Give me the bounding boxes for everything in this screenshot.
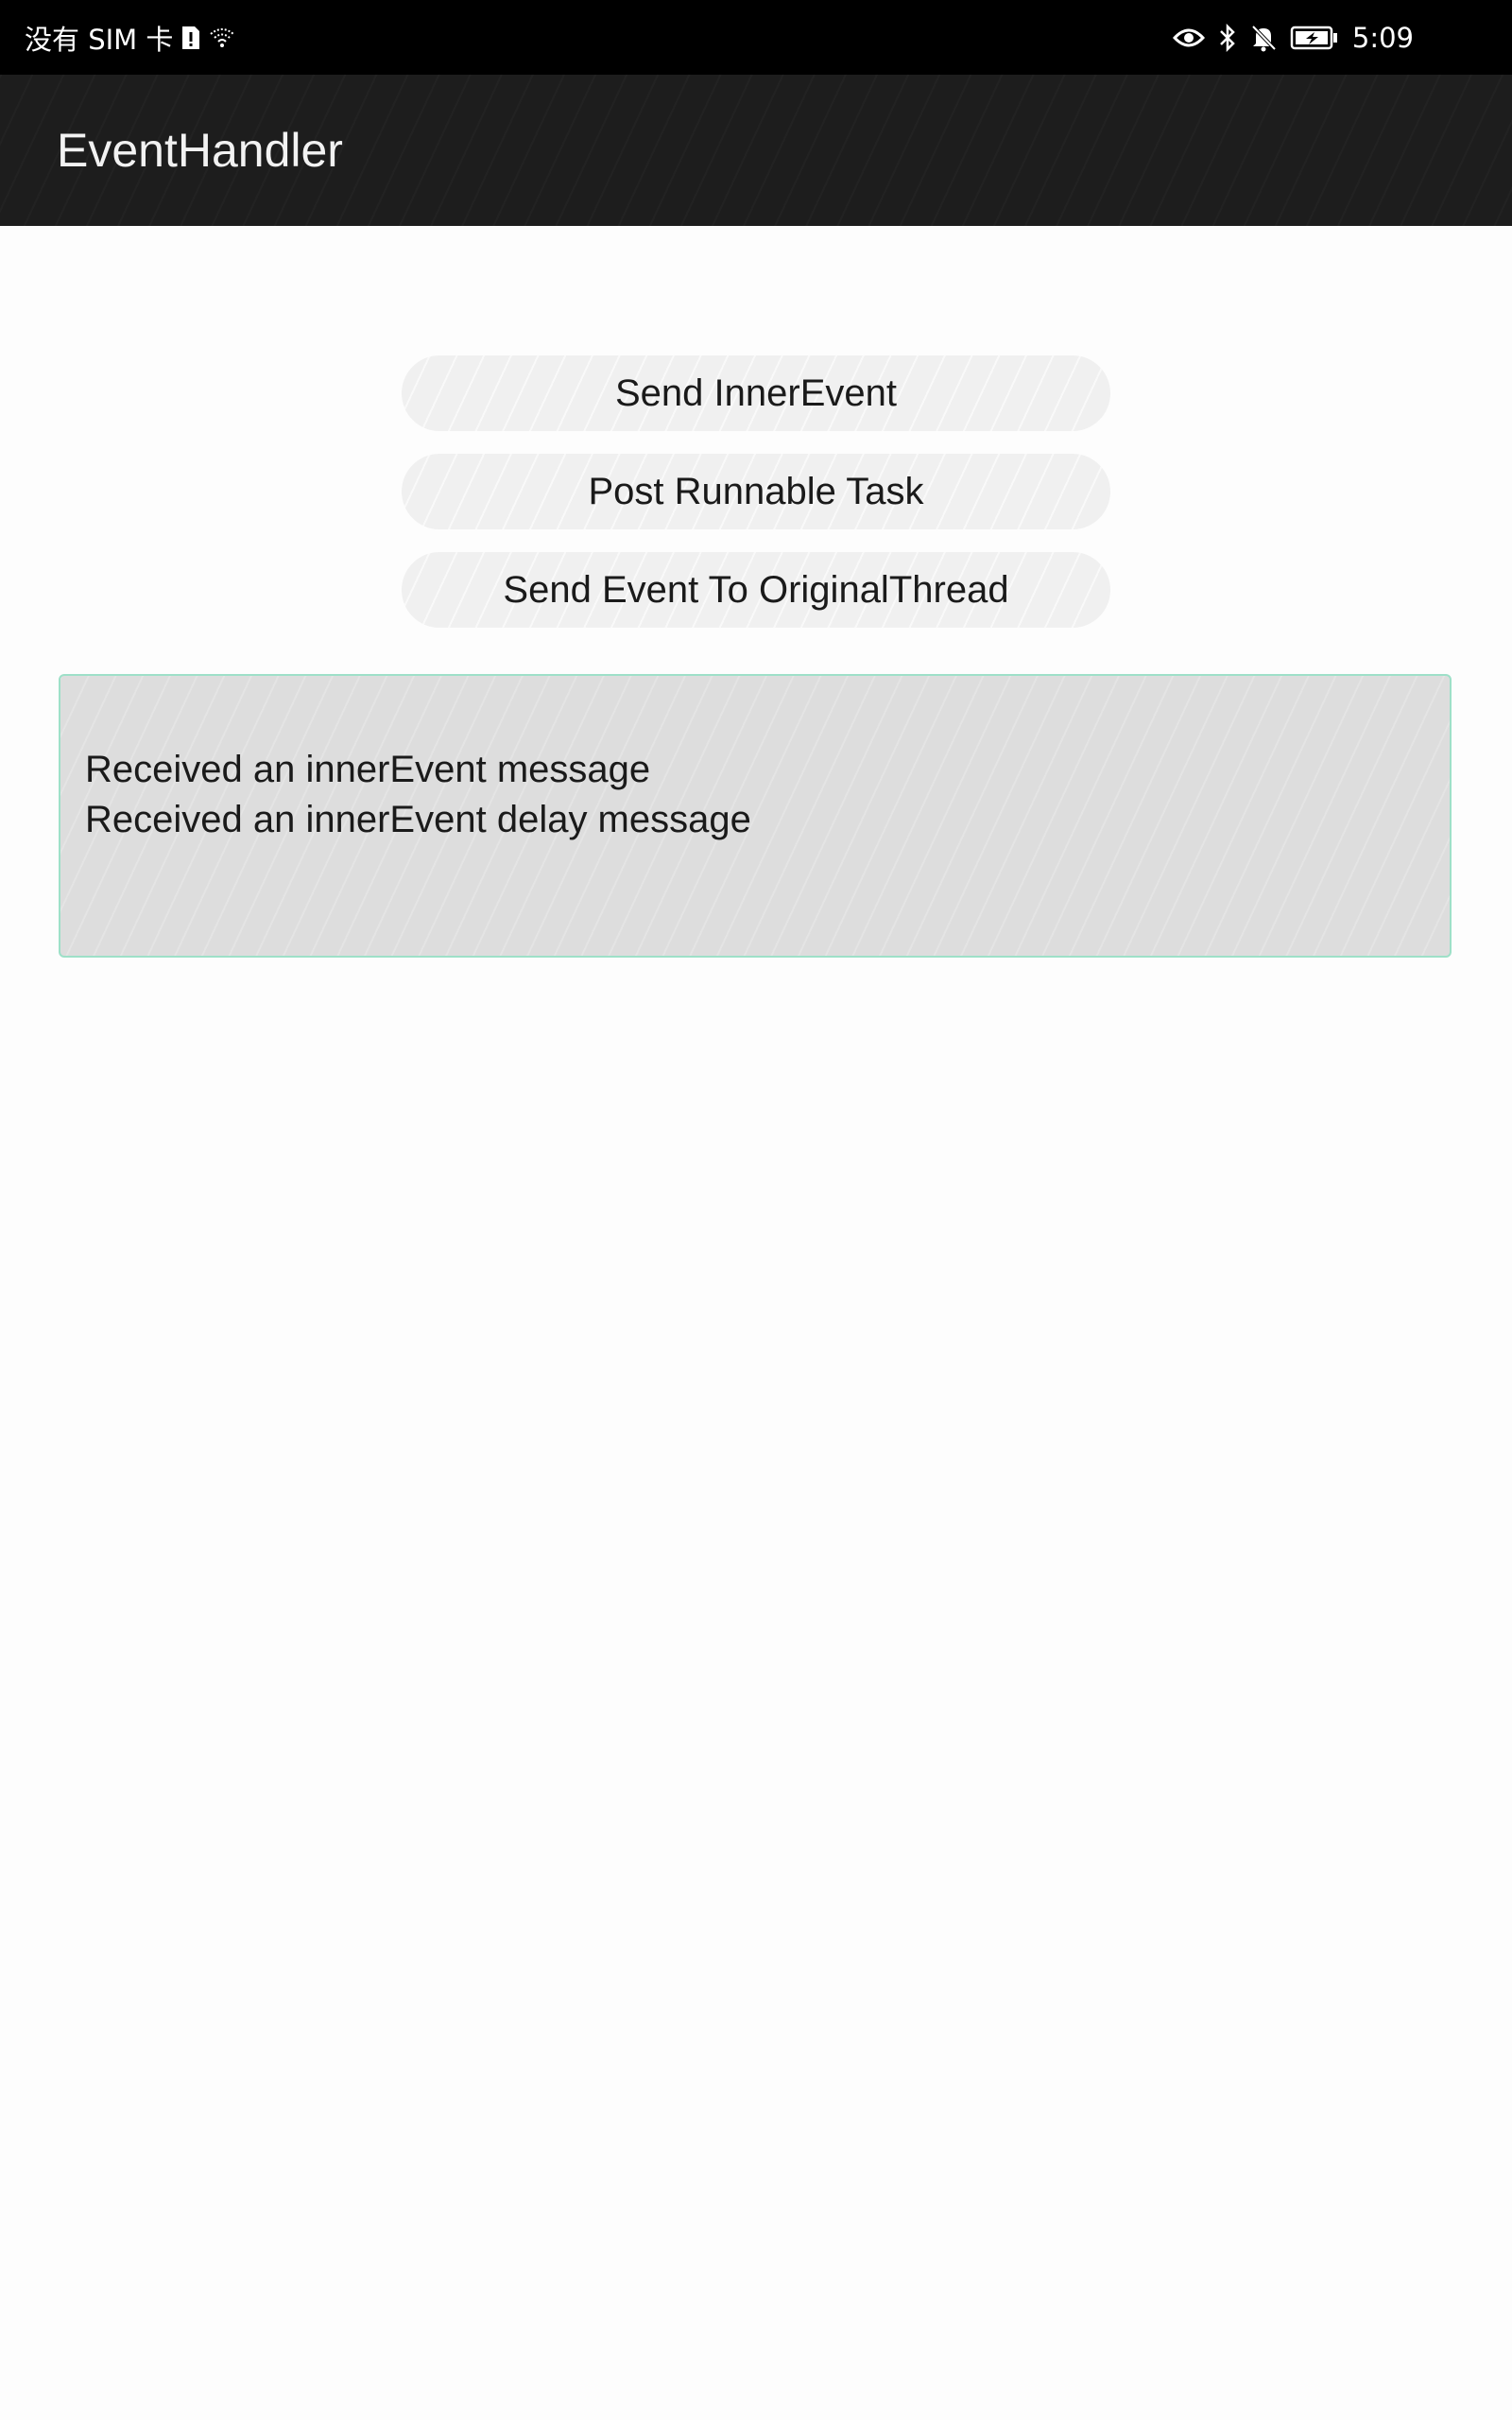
send-inner-event-button[interactable]: Send InnerEvent bbox=[402, 355, 1110, 431]
status-right: 5:09 bbox=[1172, 0, 1414, 75]
carrier-text: 没有 SIM 卡 bbox=[25, 23, 174, 56]
battery-charging-icon bbox=[1290, 25, 1339, 51]
bluetooth-icon bbox=[1218, 23, 1237, 52]
log-line: Received an innerEvent delay message bbox=[85, 799, 751, 840]
page-title: EventHandler bbox=[57, 124, 343, 177]
eye-icon bbox=[1172, 26, 1205, 49]
status-left: 没有 SIM 卡 bbox=[25, 0, 235, 75]
log-panel: Received an innerEvent message Received … bbox=[59, 674, 1452, 958]
clock-time: 5:09 bbox=[1351, 21, 1414, 54]
post-runnable-task-button[interactable]: Post Runnable Task bbox=[402, 454, 1110, 529]
status-bar: 没有 SIM 卡 5:09 bbox=[0, 0, 1512, 75]
wifi-icon bbox=[209, 26, 235, 49]
log-line: Received an innerEvent message bbox=[85, 749, 651, 790]
app-bar: EventHandler bbox=[0, 75, 1512, 226]
sim-alert-icon bbox=[180, 25, 201, 51]
bell-off-icon bbox=[1250, 24, 1277, 52]
send-event-original-thread-button[interactable]: Send Event To OriginalThread bbox=[402, 552, 1110, 628]
